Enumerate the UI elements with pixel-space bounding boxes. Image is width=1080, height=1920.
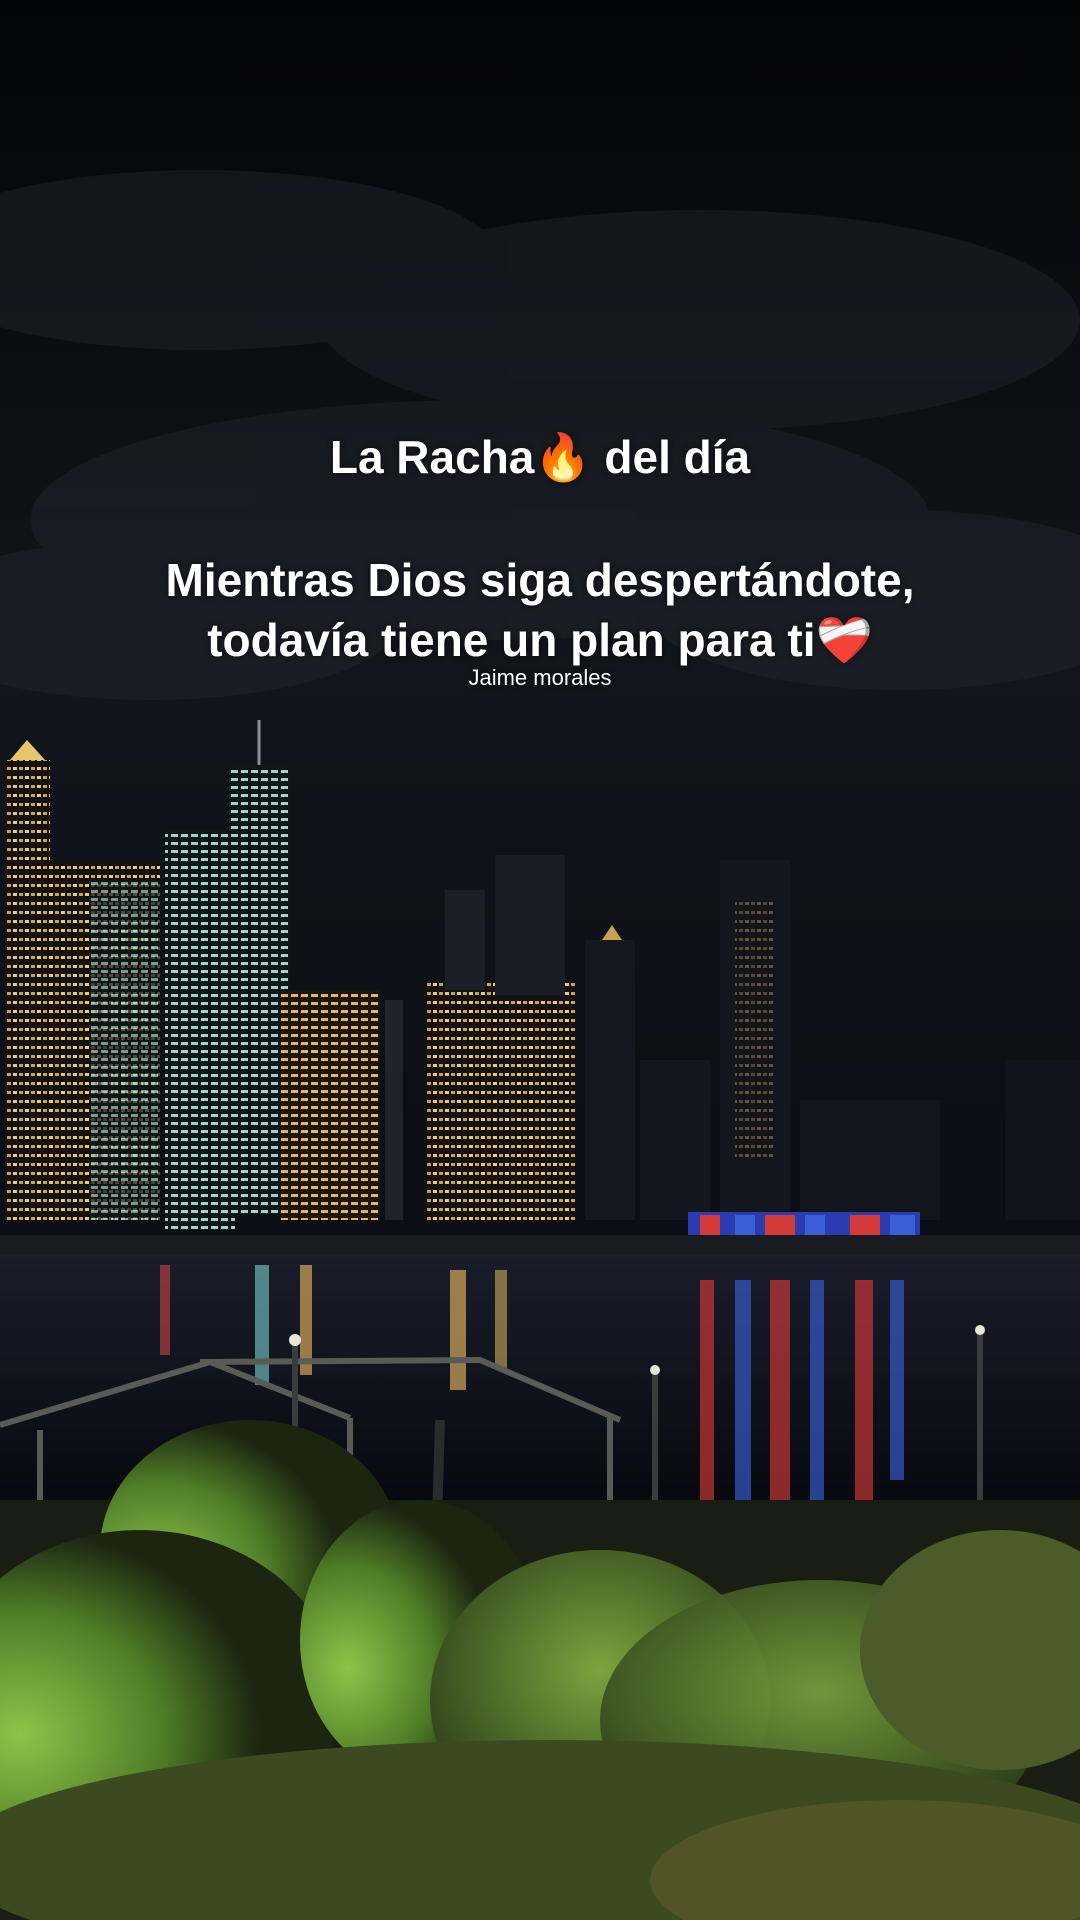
message-line-1: Mientras Dios siga despertándote, <box>165 554 915 606</box>
headline-text: La Racha🔥 del día <box>329 431 751 483</box>
night-city-photo <box>0 0 1080 1920</box>
message-line-2: todavía tiene un plan para ti❤️‍🩹 <box>207 614 873 666</box>
author-credit: Jaime morales <box>468 665 612 690</box>
